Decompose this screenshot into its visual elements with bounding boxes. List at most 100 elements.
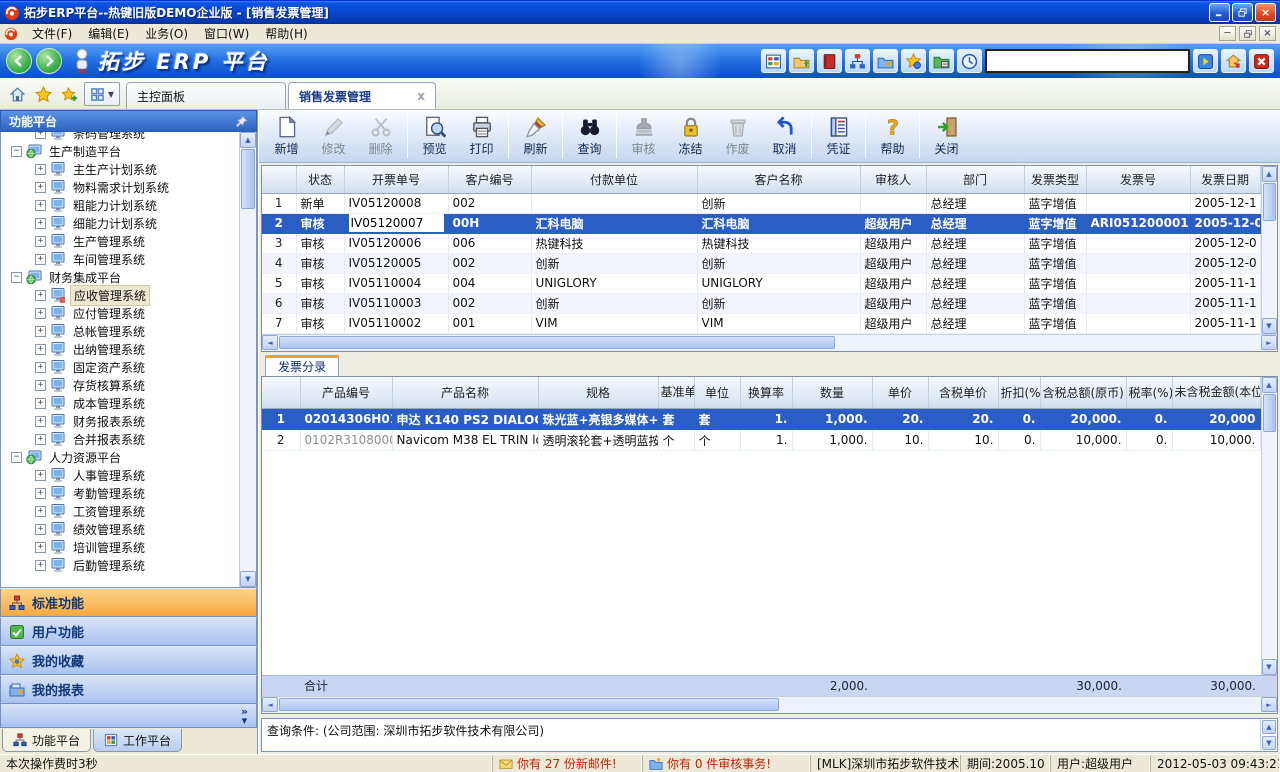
menu-item-0[interactable]: 文件(F) xyxy=(24,24,80,43)
scrollbar-thumb[interactable] xyxy=(1263,183,1276,221)
toolbar-button-freeze[interactable]: 冻结 xyxy=(667,112,714,160)
table-row[interactable]: 2审核IV0512000700H汇科电脑汇科电脑超级用户总经理蓝字增值ARI05… xyxy=(262,213,1260,233)
tree-item-21[interactable]: +工资管理系统 xyxy=(1,502,239,520)
menu-item-4[interactable]: 帮助(H) xyxy=(257,24,315,43)
sidebar-group-3[interactable]: 我的报表 xyxy=(0,675,257,704)
expand-box-icon[interactable]: + xyxy=(35,164,46,175)
expand-box-icon[interactable]: + xyxy=(35,560,46,571)
expand-box-icon[interactable]: + xyxy=(35,488,46,499)
pin-icon[interactable] xyxy=(235,115,248,128)
mdi-minimize-button[interactable]: ─ xyxy=(1219,26,1236,41)
column-header[interactable]: 部门 xyxy=(926,166,1024,193)
expand-box-icon[interactable]: + xyxy=(35,326,46,337)
column-header[interactable]: 发票日期 xyxy=(1190,166,1260,193)
scroll-down-button[interactable]: ▼ xyxy=(1262,736,1276,750)
scrollbar-thumb[interactable] xyxy=(241,149,255,209)
scroll-right-button[interactable]: ► xyxy=(1261,335,1277,350)
master-grid-hscrollbar[interactable]: ◄ ► xyxy=(262,334,1277,351)
column-header[interactable]: 产品名称 xyxy=(392,377,538,409)
expand-box-icon[interactable]: + xyxy=(35,434,46,445)
scrollbar-thumb[interactable] xyxy=(1263,394,1276,432)
inline-edit-cell[interactable]: IV05120007 xyxy=(349,214,444,232)
collapse-box-icon[interactable]: − xyxy=(11,452,22,463)
toolbar-button-modify[interactable]: 修改 xyxy=(310,112,357,160)
table-row[interactable]: 5审核IV05110004004UNIGLORYUNIGLORY超级用户总经理蓝… xyxy=(262,273,1260,293)
table-row[interactable]: 7审核IV05110002001VIMVIM超级用户总经理蓝字增值2005-11… xyxy=(262,313,1260,333)
tree-item-1[interactable]: −生产制造平台 xyxy=(1,142,239,160)
column-header[interactable]: 发票号 xyxy=(1086,166,1190,193)
table-row[interactable]: 6审核IV05110003002创新创新超级用户总经理蓝字增值2005-11-1 xyxy=(262,293,1260,313)
expand-box-icon[interactable]: + xyxy=(35,506,46,517)
detail-grid-hscrollbar[interactable]: ◄ ► xyxy=(262,696,1277,713)
scrollbar-thumb[interactable] xyxy=(279,698,779,711)
toolbar-button-print[interactable]: 打印 xyxy=(458,112,505,160)
mdi-restore-button[interactable] xyxy=(1239,26,1256,41)
sidebar-tab-1[interactable]: 工作平台 xyxy=(93,729,182,752)
tree-item-14[interactable]: +存货核算系统 xyxy=(1,376,239,394)
tree-item-2[interactable]: +主生产计划系统 xyxy=(1,160,239,178)
expand-box-icon[interactable]: + xyxy=(35,524,46,535)
expand-box-icon[interactable]: + xyxy=(35,132,46,139)
tree-item-10[interactable]: +应付管理系统 xyxy=(1,304,239,322)
menu-item-3[interactable]: 窗口(W) xyxy=(196,24,257,43)
nav-back-button[interactable] xyxy=(6,48,32,74)
column-header[interactable]: 付款单位 xyxy=(531,166,697,193)
column-header[interactable]: 状态 xyxy=(296,166,344,193)
go-button[interactable] xyxy=(1193,49,1218,73)
table-row[interactable]: 102014306H0100申达 K140 PS2 DIALOG珠光蓝+亮银多媒… xyxy=(262,409,1260,430)
tree-item-7[interactable]: +车间管理系统 xyxy=(1,250,239,268)
toolbar-button-voucher[interactable]: 凭证 xyxy=(815,112,862,160)
column-header[interactable]: 换算率 xyxy=(740,377,792,409)
tab-main-panel[interactable]: 主控面板 xyxy=(126,82,286,109)
sidebar-tab-0[interactable]: 功能平台 xyxy=(2,729,91,752)
tree-item-22[interactable]: +绩效管理系统 xyxy=(1,520,239,538)
tree-item-9[interactable]: +应收管理系统 xyxy=(1,286,239,304)
tree-item-12[interactable]: +出纳管理系统 xyxy=(1,340,239,358)
column-header[interactable]: 税率(%) xyxy=(1126,377,1172,409)
collapse-box-icon[interactable]: − xyxy=(11,272,22,283)
favorites-button[interactable] xyxy=(31,82,55,106)
tree-item-5[interactable]: +细能力计划系统 xyxy=(1,214,239,232)
master-grid-vscrollbar[interactable]: ▲ ▼ xyxy=(1261,166,1277,334)
column-header[interactable] xyxy=(262,166,296,193)
column-header[interactable]: 折扣(%) xyxy=(998,377,1040,409)
column-header[interactable]: 含税单价 xyxy=(928,377,998,409)
column-header[interactable]: 客户编号 xyxy=(448,166,531,193)
home-button[interactable] xyxy=(5,82,29,106)
table-row[interactable]: 1新单IV05120008002创新总经理蓝字增值2005-12-1 xyxy=(262,193,1260,213)
tab-sales-invoice[interactable]: 销售发票管理x xyxy=(288,82,436,109)
column-header[interactable]: 基准单位 xyxy=(658,377,694,409)
toolbar-button-audit[interactable]: 审核 xyxy=(620,112,667,160)
nav-forward-button[interactable] xyxy=(36,48,62,74)
toolbar-button-new[interactable]: 新增 xyxy=(263,112,310,160)
tree-item-3[interactable]: +物料需求计划系统 xyxy=(1,178,239,196)
tree-item-17[interactable]: +合并报表系统 xyxy=(1,430,239,448)
tree-item-24[interactable]: +后勤管理系统 xyxy=(1,556,239,574)
tree-item-23[interactable]: +培训管理系统 xyxy=(1,538,239,556)
quick-button-6[interactable] xyxy=(901,49,926,73)
table-row[interactable]: 3审核IV05120006006热键科技热键科技超级用户总经理蓝字增值2005-… xyxy=(262,233,1260,253)
tree-item-15[interactable]: +成本管理系统 xyxy=(1,394,239,412)
add-favorite-button[interactable] xyxy=(57,82,81,106)
tree-item-18[interactable]: −人力资源平台 xyxy=(1,448,239,466)
expand-box-icon[interactable]: + xyxy=(35,542,46,553)
close-button[interactable]: × xyxy=(1255,3,1276,22)
column-header[interactable]: 单位 xyxy=(694,377,740,409)
scroll-down-button[interactable]: ▼ xyxy=(1262,318,1277,334)
quick-search-input[interactable] xyxy=(985,49,1190,73)
tree-item-19[interactable]: +人事管理系统 xyxy=(1,466,239,484)
quick-button-4[interactable] xyxy=(845,49,870,73)
expand-box-icon[interactable]: + xyxy=(35,236,46,247)
table-row[interactable]: 20102R31080000Navicom M38 EL TRIN logo透明… xyxy=(262,430,1260,451)
quick-button-1[interactable] xyxy=(761,49,786,73)
collapse-box-icon[interactable]: − xyxy=(11,146,22,157)
scroll-up-button[interactable]: ▲ xyxy=(1262,377,1277,393)
quick-button-5[interactable] xyxy=(873,49,898,73)
scroll-up-button[interactable]: ▲ xyxy=(1262,720,1276,734)
column-header[interactable]: 未含税金额(本位币) xyxy=(1172,377,1260,409)
column-header[interactable]: 含税总额(原币) xyxy=(1040,377,1126,409)
scroll-up-button[interactable]: ▲ xyxy=(1262,166,1277,182)
column-header[interactable]: 开票单号 xyxy=(344,166,448,193)
toolbar-button-query[interactable]: 查询 xyxy=(566,112,613,160)
column-header[interactable]: 审核人 xyxy=(860,166,926,193)
